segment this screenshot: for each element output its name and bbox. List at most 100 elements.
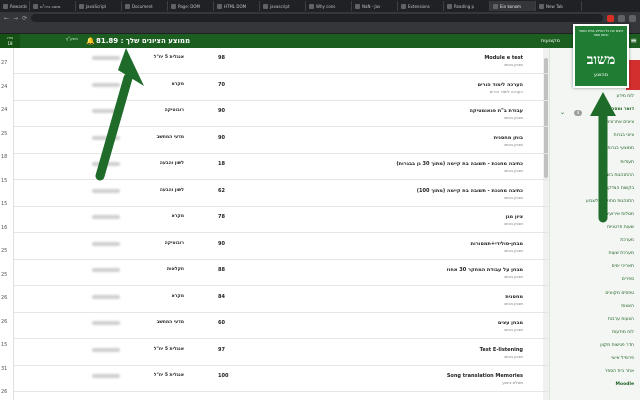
- grades-table: 98 אנגלית 5 יח"ל Module e test מבחן בכתב 70 מ…: [14, 48, 549, 400]
- tab-favicon-icon: [493, 3, 498, 9]
- brave-shield-icon[interactable]: [607, 14, 614, 22]
- browser-tab[interactable]: javascript: [260, 1, 306, 11]
- browser-tab[interactable]: Ein konom: [490, 1, 536, 11]
- grade-row[interactable]: 90 רובוטיקה עבודת ב"ת פנאומטיקה מבחן בכתב: [14, 103, 549, 127]
- sidebar-item[interactable]: חדר פגישות מקוון: [554, 343, 634, 348]
- grade-row[interactable]: 88 חקלאות מבחן על עבודת המחקר 30 אחוז מבחן …: [14, 262, 549, 286]
- left-number: 16: [1, 224, 8, 231]
- logo-name: משוב: [586, 52, 616, 68]
- left-number: 24: [1, 107, 8, 113]
- grade-row[interactable]: 100 אנגלית 5 יח"ל Song translation Memorie…: [14, 368, 549, 392]
- tab-favicon-icon: [355, 3, 360, 9]
- sidebar-item[interactable]: אתר בית הספר: [554, 369, 634, 374]
- sidebar-item[interactable]: ההתנהגות בשיעור: [554, 173, 634, 178]
- sidebar-item[interactable]: לוח מידע: [554, 94, 635, 99]
- browser-tab[interactable]: NaN - Jav: [352, 1, 398, 11]
- grade-row[interactable]: 90 רובוטיקה מבחן-סולידי+תמסורות מבחן בכתב: [14, 236, 549, 260]
- grade-row[interactable]: 98 אנגלית 5 יח"ל Module e test מבחן בכתב: [14, 50, 549, 74]
- tab-label: NaN - Jav: [362, 3, 381, 9]
- subject-name: מקרא: [171, 81, 184, 87]
- profile-icon[interactable]: [629, 14, 636, 22]
- subject-name: אנגלית 5 יח"ל: [153, 346, 184, 352]
- bell-icon[interactable]: 🔔: [86, 37, 95, 45]
- sidebar-item[interactable]: ציוני בגרות: [554, 133, 634, 138]
- browser-tab[interactable]: Rewards: [0, 1, 30, 11]
- grade-row[interactable]: 90 מדעי המחשב בוחן מחסנית מבחן בכתב: [14, 130, 549, 154]
- browser-tab[interactable]: JavaScript: [76, 1, 122, 11]
- browser-tab[interactable]: Document: [122, 1, 168, 11]
- browser-tab[interactable]: Page: DOM: [168, 1, 214, 11]
- assessment-type: מבחן בכתב: [503, 115, 523, 120]
- tab-favicon-icon: [33, 3, 38, 9]
- assessment-title: עבודת ב"ת פנאומטיקה: [469, 108, 523, 114]
- sidebar-item[interactable]: מטלות אירועים: [554, 212, 634, 217]
- assessment-type: הערכה לימוד הורים: [489, 88, 523, 94]
- assessment-title: כתיבה מחנכת - תשובה בת קיימה (מתוך 100): [416, 187, 523, 194]
- menu-icon[interactable]: ≡: [630, 36, 637, 45]
- sidebar-item[interactable]: התנהגות מתוקנים לשבוע: [554, 199, 634, 204]
- sidebar-item[interactable]: לוח מודעות: [554, 330, 634, 335]
- left-user-box[interactable]: ביה 18: [0, 34, 20, 48]
- sidebar-item[interactable]: הצעות ערבות: [554, 317, 634, 322]
- left-number: 25: [1, 130, 8, 137]
- tab-label: משוב ביה"ס: [40, 3, 61, 9]
- sidebar-item[interactable]: שעות פרטניות: [554, 225, 634, 230]
- sidebar-item[interactable]: ממוצעי בגרות: [554, 146, 634, 151]
- tab-label: Reading p: [454, 3, 475, 9]
- sidebar-item[interactable]: מערכת: [554, 238, 634, 243]
- grade-row[interactable]: 62 לשון והבעה כתיבה מחנכת - תשובה בת קיימה…: [14, 183, 549, 207]
- reload-icon[interactable]: ⟳: [22, 15, 27, 22]
- subject-name: מדעי המחשב: [156, 320, 184, 325]
- grade-row[interactable]: 97 אנגלית 5 יח"ל Test E-listening מבחן בכתב: [14, 342, 549, 366]
- sidebar-item[interactable]: מערכת שעות: [554, 251, 634, 256]
- sidebar-item[interactable]: ספרים: [554, 277, 634, 282]
- assessment-type: מבחן בכתב: [503, 221, 523, 226]
- left-number: 15: [1, 177, 8, 184]
- browser-tab[interactable]: Extensions: [398, 1, 444, 11]
- sidebar-item[interactable]: האצות: [554, 304, 634, 309]
- grade-row[interactable]: 84 מקרא מחסנית מבחן בכתב: [14, 289, 549, 313]
- sidebar-item[interactable]: פרופיל אישי: [554, 356, 634, 361]
- assessment-type: מבחן בכתב: [503, 353, 523, 359]
- back-icon[interactable]: ←: [4, 15, 9, 22]
- forward-icon[interactable]: →: [13, 15, 18, 22]
- tab-label: Page: DOM: [178, 3, 200, 9]
- grade-row[interactable]: 70 מקרא הערכה לימוד הורים הערכה לימוד הורים: [14, 77, 549, 101]
- tab-label: javascript: [270, 3, 290, 9]
- grade-row[interactable]: 60 מדעי המחשב מבחן עצים מבחן בכתב: [14, 315, 549, 339]
- left-number: 26: [1, 295, 8, 301]
- browser-tab[interactable]: Why cons: [306, 1, 352, 11]
- average-grade: ממוצע הציונים שלך : 81.89: [96, 37, 191, 45]
- tab-favicon-icon: [3, 3, 8, 9]
- sidebar-item[interactable]: דואר ומסרונים: [554, 107, 634, 112]
- bookmarks-bar: [0, 24, 640, 34]
- sidebar-item[interactable]: Moodle: [554, 382, 634, 387]
- sidebar-item[interactable]: תאריכי ימים: [554, 264, 634, 269]
- sidebar-item[interactable]: טפסים מקוונים: [554, 291, 634, 296]
- assessment-title: Module e test: [484, 55, 523, 61]
- tab-label: HTML DOM: [224, 3, 247, 9]
- assessment-title: הערכה לימוד הורים: [477, 81, 523, 88]
- grade-row[interactable]: 18 לשון והבעה כתיבה מחנכת - תשובה בת קיימה…: [14, 156, 549, 180]
- tab-label: Extensions: [408, 3, 430, 9]
- browser-tab[interactable]: New Tab: [536, 1, 582, 11]
- assessment-type: מבחן בכתב: [503, 274, 523, 279]
- left-number: 31: [1, 365, 8, 372]
- tab-label: New Tab: [546, 3, 563, 9]
- username[interactable]: תשע"ף: [30, 36, 78, 41]
- subject-name: לשון והבעה: [159, 187, 184, 193]
- assessment-title: Song translation Memories: [446, 373, 523, 379]
- subject-name: מקרא: [171, 214, 184, 219]
- extension-icon[interactable]: [618, 14, 625, 22]
- url-input[interactable]: [31, 14, 603, 22]
- sidebar-item[interactable]: תעודות: [554, 160, 634, 165]
- grade-row[interactable]: 78 מקרא ציון מגן מבחן בכתב: [14, 209, 549, 233]
- browser-tab[interactable]: HTML DOM: [214, 1, 260, 11]
- tab-label: Ein konom: [500, 3, 521, 9]
- browser-tab[interactable]: משוב ביה"ס: [30, 1, 76, 11]
- browser-tab[interactable]: Reading p: [444, 1, 490, 11]
- assessment-type: מבחן בכתב: [503, 168, 523, 173]
- mashov-logo[interactable]: רוצים את כל המידע בבית הספר ובזמן אמת מש…: [573, 24, 629, 88]
- sidebar-item[interactable]: בקשות הצדקה: [554, 186, 634, 191]
- sidebar-item[interactable]: ציונים אחרונים: [554, 120, 634, 125]
